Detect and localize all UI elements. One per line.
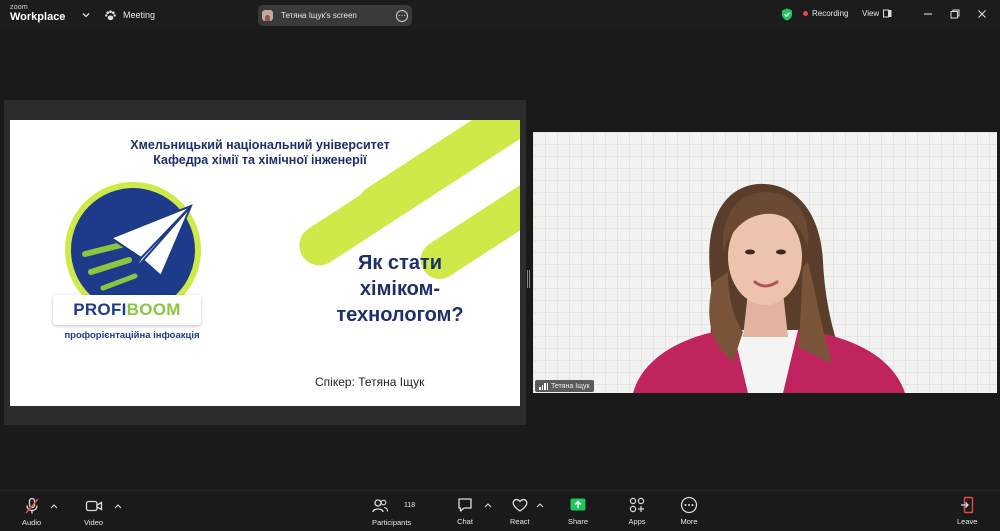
presentation-slide: Хмельницький національний університет Ка…	[10, 120, 520, 406]
top-bar: zoom Workplace Meeting Тетяна Іщук's scr…	[0, 0, 1000, 30]
profiboom-subtitle: профорієнтаційна інфоакція	[64, 330, 200, 341]
chat-options-chevron-icon[interactable]	[484, 502, 492, 508]
meeting-info-button[interactable]: Meeting	[104, 8, 155, 22]
participant-name: Тетяна Іщук	[551, 382, 590, 390]
meeting-label: Meeting	[123, 10, 156, 20]
meeting-toolbar: Audio Video Participants	[0, 490, 1000, 531]
share-label: Share	[568, 517, 589, 526]
participants-icon	[371, 499, 388, 513]
minimize-icon[interactable]	[922, 8, 934, 20]
university-heading: Хмельницький національний університет Ка…	[130, 138, 390, 167]
paw-icon	[105, 9, 116, 20]
speaker-credit: Спікер: Тетяна Іщук	[315, 375, 425, 389]
leave-label: Leave	[957, 517, 978, 526]
view-button[interactable]: View	[862, 9, 892, 18]
apps-label: Apps	[628, 517, 646, 526]
signal-strength-icon	[539, 382, 548, 390]
security-shield-icon[interactable]	[781, 8, 793, 21]
more-options-icon[interactable]: ⋯	[396, 9, 408, 22]
more-button[interactable]: More	[680, 496, 698, 526]
apps-icon	[629, 497, 645, 513]
share-button[interactable]: Share	[568, 496, 588, 526]
zoom-workplace-logo: zoom Workplace	[10, 4, 66, 23]
react-options-chevron-icon[interactable]	[536, 502, 544, 508]
presenter-avatar	[262, 10, 273, 21]
participant-video-tile[interactable]	[533, 132, 997, 393]
video-camera-icon	[85, 500, 102, 512]
view-label: View	[862, 9, 880, 18]
chat-bubble-icon	[458, 498, 472, 512]
close-icon[interactable]	[976, 8, 988, 20]
heart-icon	[512, 498, 528, 512]
participants-label: Participants	[372, 518, 412, 527]
microphone-muted-icon	[24, 497, 39, 514]
screen-share-pill[interactable]: Тетяна Іщук's screen ⋯	[258, 5, 412, 26]
profiboom-logo-text: PROFI BOOM	[53, 295, 201, 325]
video-button[interactable]: Video	[84, 497, 103, 527]
more-dots-icon	[680, 496, 698, 514]
screen-share-title: Тетяна Іщук's screen	[281, 11, 357, 20]
slide-title: Як стати хіміком- технологом?	[336, 252, 464, 326]
react-label: React	[510, 517, 530, 526]
video-label: Video	[84, 518, 104, 527]
chat-button[interactable]: Chat	[456, 496, 474, 526]
participants-count-badge: 118	[404, 502, 416, 509]
view-layout-icon	[883, 9, 892, 18]
audio-label: Audio	[22, 518, 42, 527]
audio-button[interactable]: Audio	[22, 497, 41, 527]
share-screen-icon	[570, 498, 586, 511]
apps-button[interactable]: Apps	[628, 496, 646, 526]
leave-door-icon	[961, 496, 974, 514]
split-resize-handle[interactable]	[527, 270, 530, 288]
shared-screen-area: Хмельницький національний університет Ка…	[4, 100, 526, 425]
more-label: More	[680, 517, 698, 526]
audio-options-chevron-icon[interactable]	[50, 503, 58, 509]
participant-name-tag: Тетяна Іщук	[535, 380, 594, 392]
record-dot-icon	[803, 11, 808, 16]
react-button[interactable]: React	[510, 496, 530, 526]
participant-video-frame	[633, 183, 905, 393]
recording-label: Recording	[812, 9, 849, 18]
restore-icon[interactable]	[949, 8, 961, 20]
video-options-chevron-icon[interactable]	[114, 503, 122, 509]
chat-label: Chat	[457, 517, 473, 526]
leave-button[interactable]: Leave	[957, 496, 977, 526]
chevron-down-icon[interactable]	[80, 9, 92, 21]
recording-indicator[interactable]: Recording	[803, 9, 848, 18]
